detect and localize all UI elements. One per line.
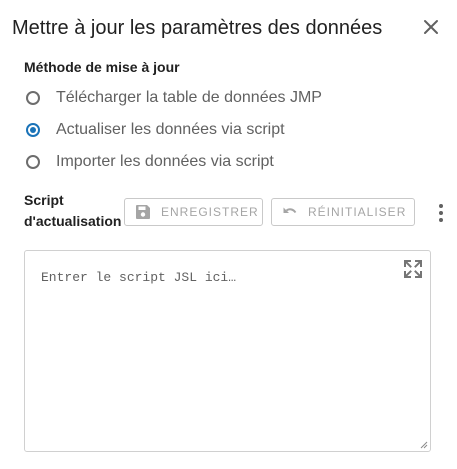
update-method-label: Méthode de mise à jour [24, 59, 180, 75]
radio-icon [26, 155, 40, 169]
more-vert-icon [439, 204, 443, 222]
radio-import-via-script[interactable]: Importer les données via script [26, 151, 274, 173]
reset-button-label: RÉINITIALISER [308, 205, 407, 219]
more-options-button[interactable] [434, 203, 448, 223]
resize-grip-icon[interactable] [420, 441, 428, 449]
fullscreen-button[interactable] [403, 259, 423, 279]
radio-label: Importer les données via script [56, 153, 274, 170]
save-icon [136, 205, 150, 219]
close-icon [424, 20, 438, 34]
refresh-script-label: Script d'actualisation [24, 192, 122, 229]
radio-label: Télécharger la table de données JMP [56, 89, 322, 106]
script-editor[interactable]: Entrer le script JSL ici… [24, 250, 431, 452]
save-button[interactable]: ENREGISTRER [124, 198, 263, 226]
radio-label: Actualiser les données via script [56, 121, 285, 138]
script-editor-placeholder: Entrer le script JSL ici… [41, 270, 237, 285]
radio-selected-icon [26, 123, 40, 137]
dialog-title: Mettre à jour les paramètres des données [12, 17, 383, 39]
radio-refresh-via-script[interactable]: Actualiser les données via script [26, 119, 285, 141]
fullscreen-icon [404, 260, 422, 278]
close-button[interactable] [419, 15, 443, 39]
update-data-settings-dialog: Mettre à jour les paramètres des données… [0, 0, 457, 469]
radio-download-jmp-table[interactable]: Télécharger la table de données JMP [26, 87, 322, 109]
save-button-label: ENREGISTRER [161, 205, 259, 219]
reset-button[interactable]: RÉINITIALISER [271, 198, 415, 226]
radio-icon [26, 91, 40, 105]
undo-icon [283, 207, 297, 214]
